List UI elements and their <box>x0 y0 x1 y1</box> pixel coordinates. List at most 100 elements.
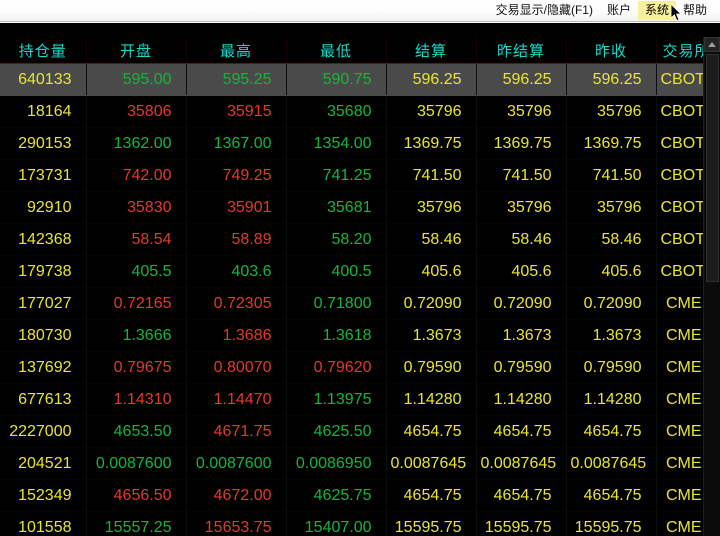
cell-open: 4656.50 <box>86 479 187 512</box>
cell-open_interest: 290153 <box>0 127 87 160</box>
cell-high: 4671.75 <box>186 415 287 448</box>
table-body: 640133 595.00 595.25 590.75 596.25 596.25 596.… <box>0 63 720 536</box>
scrollbar-thumb[interactable] <box>706 54 719 282</box>
cell-settlement: 0.0087645 <box>386 447 477 480</box>
cell-open: 0.0087600 <box>86 447 187 480</box>
cell-low: 35681 <box>286 191 387 224</box>
table-row[interactable]: 18164358063591535680357963579635796CBOTU… <box>0 95 720 128</box>
table-row[interactable]: 640133 595.00 595.25 590.75 596.25 596.25 596.… <box>0 63 720 96</box>
column-header-low[interactable]: 最低 <box>286 37 387 64</box>
cell-open_interest: 204521 <box>0 447 87 480</box>
table-row[interactable]: 180730 1.3666 1.3686 1.3618 1.3673 1.3673 1.36… <box>0 319 720 352</box>
table-row[interactable]: 92910358303590135681357963579635796CBOTU… <box>0 191 720 224</box>
vertical-scrollbar[interactable] <box>703 37 720 536</box>
quote-table: 持仓量开盘最高最低结算昨结算昨收交易所币种 640133595.00595.25… <box>0 37 720 536</box>
cell-open_interest: 18164 <box>0 95 87 128</box>
cell-settlement: 58.46 <box>386 223 477 256</box>
cell-open_interest: 179738 <box>0 255 87 288</box>
cell-open: 595.00 <box>86 63 187 96</box>
cell-prev_close: 0.72090 <box>566 287 657 320</box>
cell-prev_settle: 1369.75 <box>476 127 567 160</box>
cell-prev_close: 405.6 <box>566 255 657 288</box>
cell-prev_close: 4654.75 <box>566 479 657 512</box>
cell-low: 0.79620 <box>286 351 387 384</box>
toolbar-gap-strip <box>0 22 720 36</box>
cell-low: 1354.00 <box>286 127 387 160</box>
cell-prev_close: 35796 <box>566 191 657 224</box>
cell-high: 595.25 <box>186 63 287 96</box>
table-row[interactable]: 173731 742.00 749.25 741.25 741.50 741.50 741.… <box>0 159 720 192</box>
cell-low: 4625.50 <box>286 415 387 448</box>
quote-grid-container[interactable]: 持仓量开盘最高最低结算昨结算昨收交易所币种 640133595.00595.25… <box>0 37 720 536</box>
cell-low: 0.0086950 <box>286 447 387 480</box>
cell-high: 0.72305 <box>186 287 287 320</box>
column-header-high[interactable]: 最高 <box>186 37 287 64</box>
menu-items-container: 交易显示/隐藏(F1) 账户 系统 帮助 <box>489 1 714 20</box>
cell-open: 1.14310 <box>86 383 187 416</box>
table-row[interactable]: 152349 4656.50 4672.00 4625.75 4654.75 4654.7… <box>0 479 720 512</box>
cell-open_interest: 173731 <box>0 159 87 192</box>
cell-low: 15407.00 <box>286 511 387 536</box>
cell-prev_close: 15595.75 <box>566 511 657 536</box>
table-row[interactable]: 2227000 4653.50 4671.75 4625.50 4654.75 4654.… <box>0 415 720 448</box>
cell-settlement: 596.25 <box>386 63 477 96</box>
column-header-prev_settle[interactable]: 昨结算 <box>476 37 567 64</box>
cell-open: 1362.00 <box>86 127 187 160</box>
cell-prev_settle: 35796 <box>476 191 567 224</box>
table-row[interactable]: 677613 1.14310 1.14470 1.13975 1.14280 1.1428… <box>0 383 720 416</box>
cell-open: 742.00 <box>86 159 187 192</box>
cell-high: 35901 <box>186 191 287 224</box>
cell-high: 0.0087600 <box>186 447 287 480</box>
column-header-open[interactable]: 开盘 <box>86 37 187 64</box>
cell-low: 1.3618 <box>286 319 387 352</box>
cell-open: 1.3666 <box>86 319 187 352</box>
cell-prev_settle: 15595.75 <box>476 511 567 536</box>
column-header-settlement[interactable]: 结算 <box>386 37 477 64</box>
cell-open: 0.79675 <box>86 351 187 384</box>
table-row[interactable]: 290153 1362.00 1367.00 1354.00 1369.75 1369.7… <box>0 127 720 160</box>
cell-open_interest: 142368 <box>0 223 87 256</box>
cell-open_interest: 677613 <box>0 383 87 416</box>
cell-prev_settle: 4654.75 <box>476 479 567 512</box>
cell-prev_close: 58.46 <box>566 223 657 256</box>
column-header-open_interest[interactable]: 持仓量 <box>0 37 87 64</box>
cell-prev_close: 596.25 <box>566 63 657 96</box>
menu-item-2[interactable]: 系统 <box>637 1 676 20</box>
cell-open: 4653.50 <box>86 415 187 448</box>
cell-prev_settle: 0.0087645 <box>476 447 567 480</box>
table-row[interactable]: 179738 405.5 403.6 400.5 405.6 405.6 405.6 CBOT… <box>0 255 720 288</box>
table-row[interactable]: 204521 0.0087600 0.0087600 0.0086950 0.00876… <box>0 447 720 480</box>
cell-high: 15653.75 <box>186 511 287 536</box>
table-row[interactable]: 142368 58.54 58.89 58.20 58.46 58.46 58.46 CBOT… <box>0 223 720 256</box>
cell-settlement: 0.79590 <box>386 351 477 384</box>
cell-high: 58.89 <box>186 223 287 256</box>
scroll-up-arrow-icon <box>708 42 716 47</box>
table-row[interactable]: 101558 15557.25 15653.75 15407.00 15595.75 15… <box>0 511 720 536</box>
cell-open_interest: 640133 <box>0 63 87 96</box>
cell-open: 0.72165 <box>86 287 187 320</box>
cell-prev_settle: 4654.75 <box>476 415 567 448</box>
cell-open_interest: 152349 <box>0 479 87 512</box>
table-row[interactable]: 137692 0.79675 0.80070 0.79620 0.79590 0.7959… <box>0 351 720 384</box>
cell-prev_close: 1.3673 <box>566 319 657 352</box>
scroll-up-button[interactable] <box>704 37 720 52</box>
cell-high: 403.6 <box>186 255 287 288</box>
cell-high: 1.3686 <box>186 319 287 352</box>
cell-low: 0.71800 <box>286 287 387 320</box>
cell-prev_close: 1369.75 <box>566 127 657 160</box>
menu-item-0[interactable]: 交易显示/隐藏(F1) <box>489 1 600 20</box>
menu-item-3[interactable]: 帮助 <box>676 1 714 20</box>
cell-prev_close: 35796 <box>566 95 657 128</box>
cell-prev_settle: 741.50 <box>476 159 567 192</box>
cell-prev_settle: 405.6 <box>476 255 567 288</box>
cell-high: 35915 <box>186 95 287 128</box>
cell-open: 58.54 <box>86 223 187 256</box>
table-row[interactable]: 177027 0.72165 0.72305 0.71800 0.72090 0.7209… <box>0 287 720 320</box>
cell-prev_close: 741.50 <box>566 159 657 192</box>
column-header-prev_close[interactable]: 昨收 <box>566 37 657 64</box>
menu-item-1[interactable]: 账户 <box>600 1 638 20</box>
cell-open_interest: 2227000 <box>0 415 87 448</box>
cell-high: 749.25 <box>186 159 287 192</box>
cell-low: 741.25 <box>286 159 387 192</box>
cell-open: 35830 <box>86 191 187 224</box>
